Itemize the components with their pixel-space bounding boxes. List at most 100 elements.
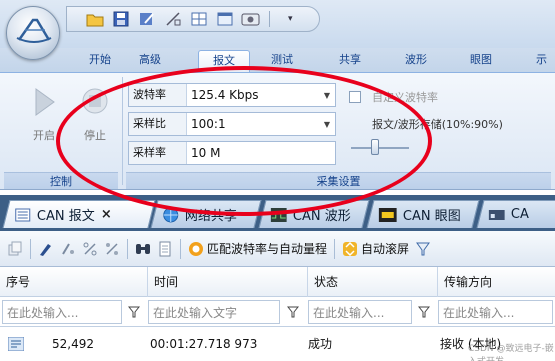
cursor-icon[interactable] bbox=[163, 10, 183, 28]
table-header: 序号 时间 状态 传输方向 bbox=[0, 267, 555, 297]
toolbar-separator bbox=[180, 238, 181, 259]
sample-rate-label: 采样率 bbox=[129, 142, 187, 164]
filter-rule-icon[interactable] bbox=[59, 240, 77, 258]
tab-advanced[interactable]: 高级 bbox=[130, 50, 170, 72]
toolbar-separator bbox=[334, 238, 336, 259]
stop-label: 停止 bbox=[84, 129, 106, 142]
filter-funnel-icon[interactable] bbox=[126, 300, 142, 324]
cell-time: 00:01:27.718 973 bbox=[150, 337, 258, 351]
slider-thumb[interactable] bbox=[371, 139, 379, 155]
tab-eye-diagram[interactable]: 眼图 bbox=[461, 50, 501, 72]
chevron-down-icon[interactable]: ▼ bbox=[319, 120, 335, 129]
autoscroll-button[interactable]: 自动滚屏 bbox=[339, 240, 412, 257]
filter-input-time[interactable]: 在此处输入文字 bbox=[148, 300, 280, 324]
sample-rate-field[interactable]: 采样率 10 M bbox=[128, 141, 336, 165]
window-icon[interactable] bbox=[215, 10, 235, 28]
globe-icon bbox=[163, 207, 179, 222]
document-icon[interactable] bbox=[156, 240, 174, 258]
group-separator bbox=[122, 77, 123, 185]
tab-waveform[interactable]: 波形 bbox=[396, 50, 436, 72]
row-type-icon bbox=[7, 336, 25, 353]
doctab-label: CAN 眼图 bbox=[402, 209, 461, 224]
tab-overflow[interactable]: 示 bbox=[528, 50, 555, 72]
message-toolbar: 匹配波特率与自动量程 自动滚屏 bbox=[0, 231, 555, 267]
save-icon[interactable] bbox=[111, 10, 131, 28]
toolbar-separator bbox=[127, 238, 128, 259]
baud-rate-label: 波特率 bbox=[129, 84, 187, 106]
column-header-time[interactable]: 时间 bbox=[148, 267, 308, 297]
doctab-can-message[interactable]: CAN 报文 × bbox=[2, 200, 156, 228]
stop-button[interactable]: 停止 bbox=[77, 85, 113, 143]
column-header-index[interactable]: 序号 bbox=[0, 267, 148, 297]
column-header-status[interactable]: 状态 bbox=[308, 267, 438, 297]
filter-input-direction[interactable]: 在此处输入... bbox=[438, 300, 553, 324]
filter-row: 在此处输入... 在此处输入文字 在此处输入... 在此处输入... bbox=[0, 297, 555, 327]
match-baud-label: 匹配波特率与自动量程 bbox=[207, 242, 328, 256]
control-group-label: 控制 bbox=[4, 172, 118, 189]
column-header-direction[interactable]: 传输方向 bbox=[438, 267, 555, 297]
close-icon[interactable]: × bbox=[101, 207, 112, 222]
doctab-can-waveform[interactable]: CAN 波形 bbox=[258, 200, 370, 228]
app-logo-icon bbox=[16, 18, 52, 43]
tab-message[interactable]: 报文 bbox=[198, 50, 250, 72]
doctab-label: CAN 波形 bbox=[292, 209, 351, 224]
doctab-can-eye[interactable]: CAN 眼图 bbox=[366, 200, 480, 228]
copy-icon[interactable] bbox=[6, 240, 24, 258]
grid-icon[interactable] bbox=[189, 10, 209, 28]
sample-ratio-value: 100:1 bbox=[191, 117, 226, 131]
tab-share[interactable]: 共享 bbox=[330, 50, 370, 72]
percent-icon[interactable] bbox=[81, 240, 99, 258]
binoculars-icon[interactable] bbox=[134, 240, 152, 258]
collect-group-label: 采集设置 bbox=[126, 172, 551, 189]
refresh-match-icon bbox=[189, 241, 203, 256]
waveform-icon bbox=[270, 207, 287, 222]
pen-icon[interactable] bbox=[37, 240, 55, 258]
custom-baud-checkbox[interactable] bbox=[349, 91, 361, 103]
custom-baud-label: 自定义波特率 bbox=[372, 91, 438, 104]
start-button[interactable]: 开启 bbox=[26, 85, 62, 143]
customize-qat-dropdown-icon[interactable]: ▾ bbox=[288, 14, 293, 24]
open-folder-icon[interactable] bbox=[85, 10, 105, 28]
funnel-icon[interactable] bbox=[414, 240, 432, 258]
stop-icon bbox=[82, 88, 108, 114]
autoscroll-icon bbox=[343, 241, 358, 256]
sample-ratio-select[interactable]: 采样比 100:1 ▼ bbox=[128, 112, 336, 136]
filter-input-status[interactable]: 在此处输入... bbox=[308, 300, 412, 324]
edit-icon[interactable] bbox=[137, 10, 157, 28]
tab-test[interactable]: 测试 bbox=[262, 50, 302, 72]
sample-rate-value: 10 M bbox=[191, 146, 221, 160]
filter-input-index[interactable]: 在此处输入... bbox=[2, 300, 122, 324]
watermark: CSDN @致远电子-嵌入式开发 bbox=[468, 344, 554, 361]
eye-diagram-icon bbox=[378, 207, 397, 222]
autoscroll-label: 自动滚屏 bbox=[361, 242, 410, 256]
baud-rate-value: 125.4 Kbps bbox=[191, 88, 259, 102]
doctab-label: CA bbox=[510, 207, 529, 222]
play-icon bbox=[35, 88, 55, 116]
cell-index: 52,492 bbox=[52, 337, 94, 351]
storage-ratio-label: 报文/波形存储(10%:90%) bbox=[372, 118, 503, 131]
doctab-network-share[interactable]: 网络共享 bbox=[150, 200, 262, 228]
qat-separator bbox=[269, 11, 270, 27]
match-baud-autorange-button[interactable]: 匹配波特率与自动量程 bbox=[185, 240, 330, 257]
chart-icon bbox=[488, 209, 505, 220]
doctab-label: 网络共享 bbox=[184, 209, 237, 224]
ribbon-tab-bar: 开始 高级 报文 测试 共享 波形 眼图 示 bbox=[0, 48, 555, 72]
cell-status: 成功 bbox=[308, 337, 333, 351]
message-list-icon bbox=[15, 208, 31, 221]
filter-funnel-icon[interactable] bbox=[285, 300, 301, 324]
quick-access-toolbar: ▾ bbox=[66, 6, 320, 32]
start-label: 开启 bbox=[33, 129, 55, 142]
camera-icon[interactable] bbox=[241, 10, 261, 28]
tab-home[interactable]: 开始 bbox=[80, 50, 120, 72]
application-menu-button[interactable] bbox=[6, 6, 60, 60]
toolbar-separator bbox=[30, 238, 31, 259]
storage-ratio-slider[interactable] bbox=[351, 147, 409, 149]
baud-rate-select[interactable]: 波特率 125.4 Kbps ▼ bbox=[128, 83, 336, 107]
doctab-label: CAN 报文 bbox=[36, 209, 95, 224]
filter-funnel-icon[interactable] bbox=[416, 300, 432, 324]
percent-alt-icon[interactable] bbox=[103, 240, 121, 258]
doctab-overflow[interactable]: CA bbox=[476, 200, 555, 228]
document-tab-bar: CAN 报文 × 网络共享 CAN 波形 CAN 眼图 CA bbox=[0, 195, 555, 231]
chevron-down-icon[interactable]: ▼ bbox=[319, 91, 335, 100]
sample-ratio-label: 采样比 bbox=[129, 113, 187, 135]
